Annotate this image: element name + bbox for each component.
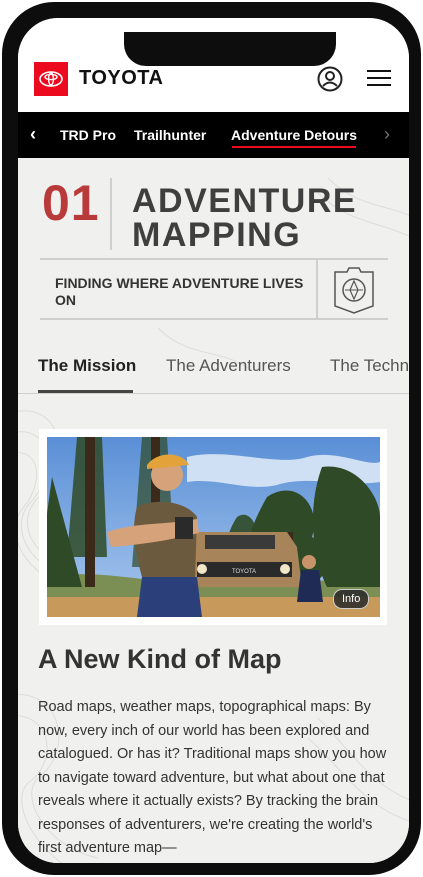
hamburger-menu-icon[interactable] — [367, 70, 391, 88]
divider-horizontal — [40, 258, 388, 260]
divider-vertical — [316, 260, 318, 318]
hero-photo-frame: TOYOTA Info — [39, 429, 387, 625]
article-body: Road maps, weather maps, topographical m… — [38, 699, 387, 856]
subnav-active-indicator — [232, 146, 356, 148]
compass-badge-icon — [331, 266, 377, 314]
page-title: ADVENTURE MAPPING — [132, 184, 392, 252]
subnav-item-trd-pro[interactable]: TRD Pro — [60, 127, 116, 143]
tab-the-mission[interactable]: The Mission — [38, 356, 136, 376]
divider-horizontal — [40, 318, 388, 320]
tab-the-technology[interactable]: The Techn — [330, 356, 409, 376]
phone-screen: TOYOTA ‹ TRD Pro Trailhunter Adventure D… — [18, 18, 409, 863]
section-number: 01 — [42, 175, 100, 231]
main-content: 01 ADVENTURE MAPPING FINDING WHERE ADVEN… — [18, 158, 409, 863]
page-subtitle: FINDING WHERE ADVENTURE LIVES ON — [55, 275, 304, 308]
subnav-item-trailhunter[interactable]: Trailhunter — [134, 127, 206, 143]
tab-the-adventurers[interactable]: The Adventurers — [166, 356, 291, 376]
hero-photo: TOYOTA Info — [47, 437, 380, 617]
section-tabs: The Mission The Adventurers The Techn — [18, 338, 409, 394]
chevron-right-icon[interactable]: › — [384, 124, 390, 145]
info-button[interactable]: Info — [333, 589, 370, 609]
truck-grille-lettering: TOYOTA — [232, 569, 256, 575]
brand-wordmark[interactable]: TOYOTA — [79, 67, 163, 90]
phone-notch — [124, 32, 336, 66]
article-headline: A New Kind of Map — [38, 644, 282, 674]
subnav-item-adventure-detours[interactable]: Adventure Detours — [231, 127, 357, 143]
page-title-line-2: MAPPING — [132, 216, 302, 254]
tabs-divider — [18, 393, 409, 394]
page-title-line-1: ADVENTURE — [132, 182, 358, 220]
chevron-left-icon[interactable]: ‹ — [30, 124, 36, 145]
account-icon[interactable] — [317, 66, 343, 92]
divider-vertical — [110, 178, 112, 250]
phone-frame: TOYOTA ‹ TRD Pro Trailhunter Adventure D… — [2, 2, 421, 875]
toyota-logo-icon[interactable] — [34, 62, 68, 96]
sub-navigation: ‹ TRD Pro Trailhunter Adventure Detours … — [18, 112, 409, 158]
